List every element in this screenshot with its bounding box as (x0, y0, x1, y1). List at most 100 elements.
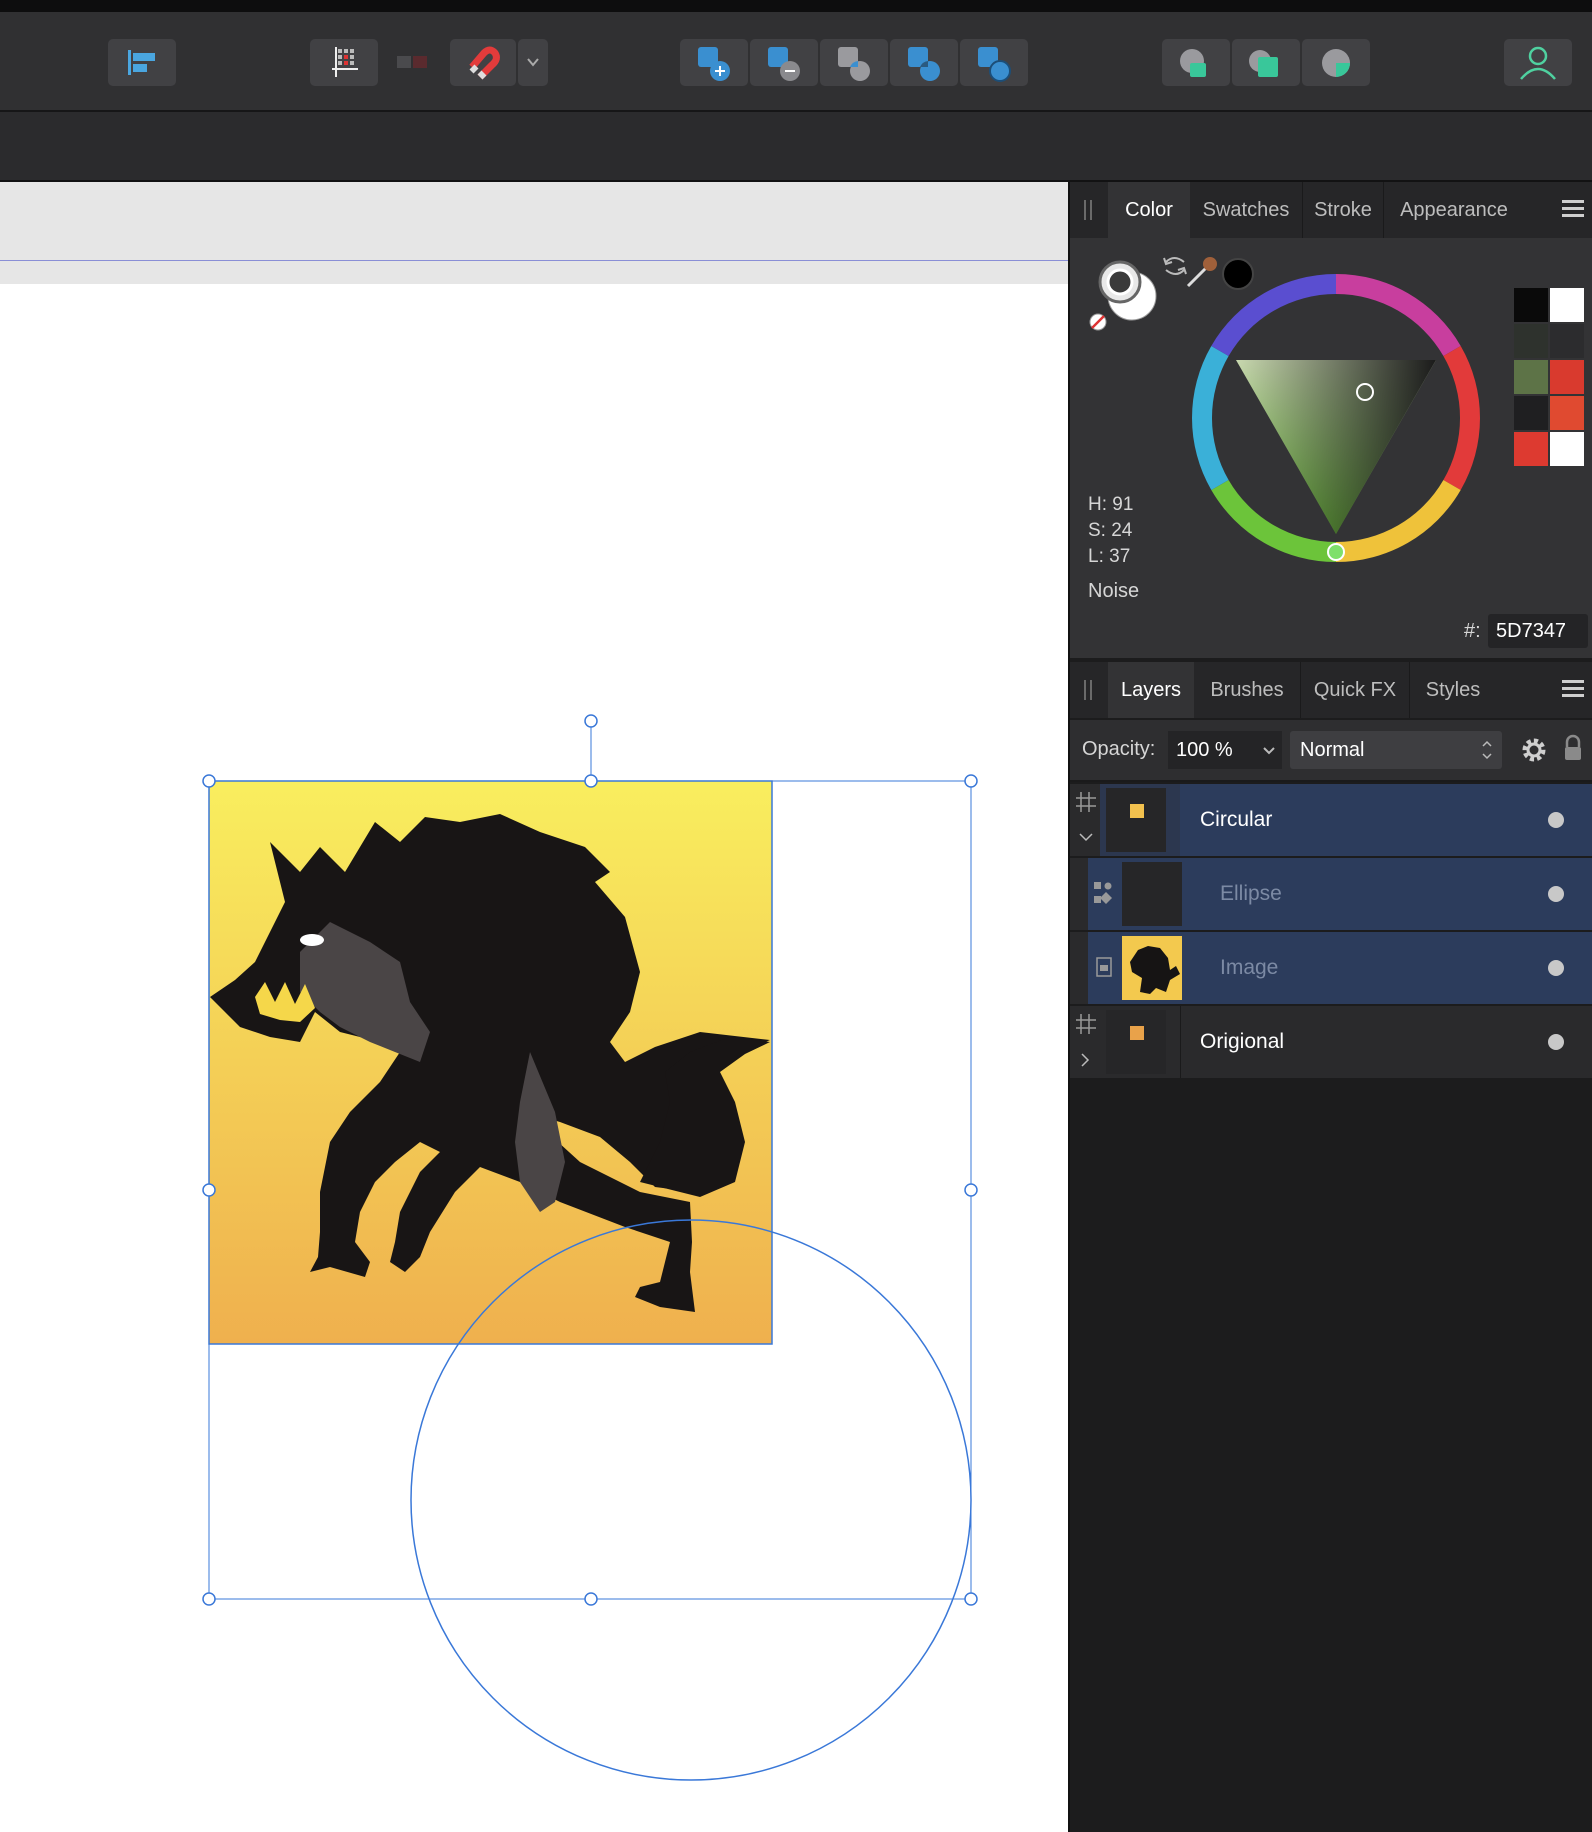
tab-swatches[interactable]: Swatches (1190, 182, 1302, 238)
grid-icon (1076, 792, 1096, 812)
noise-label: Noise (1088, 580, 1140, 602)
hsl-color-wheel[interactable] (1186, 268, 1486, 568)
chevron-down-icon[interactable] (1076, 830, 1096, 846)
swatch[interactable] (1550, 324, 1584, 358)
tab-quick-fx[interactable]: Quick FX (1301, 662, 1409, 718)
hue-value: H: 91 (1088, 494, 1134, 515)
insert-front-button[interactable] (1232, 39, 1300, 86)
boolean-divide-button[interactable] (960, 39, 1028, 86)
insert-inside-button[interactable] (1302, 39, 1370, 86)
chevron-right-icon[interactable] (1076, 1052, 1096, 1068)
canvas-artwork (202, 714, 978, 1781)
snapping-magnet-button[interactable] (450, 39, 516, 86)
lightness-value: L: 37 (1088, 546, 1131, 567)
align-button[interactable] (108, 39, 176, 86)
handle-top (584, 774, 598, 788)
tab-stroke[interactable]: Stroke (1303, 182, 1383, 238)
panel-menu-icon[interactable] (1562, 198, 1584, 220)
swatch[interactable] (1550, 360, 1584, 394)
boolean-intersect-button[interactable] (820, 39, 888, 86)
blend-mode-select[interactable]: Normal (1290, 731, 1502, 769)
layer-row-origional[interactable]: Origional (1070, 1006, 1592, 1078)
shape-layer-icon (1094, 882, 1112, 904)
opacity-label: Opacity: (1082, 738, 1156, 760)
panel-grip-icon[interactable] (1084, 680, 1092, 700)
color-panel-tabs: Color Swatches Stroke Appearance (1070, 182, 1592, 238)
updown-icon (1482, 740, 1492, 760)
insert-behind-icon (1180, 49, 1206, 77)
handle-left (202, 1183, 216, 1197)
rotation-handle (584, 714, 598, 728)
layer-row-ellipse[interactable]: Ellipse (1070, 858, 1592, 930)
visibility-toggle[interactable] (1548, 812, 1564, 828)
studio-panel: Color Swatches Stroke Appearance H: 91 S… (1068, 182, 1592, 1832)
swatch[interactable] (1514, 324, 1548, 358)
tab-layers[interactable]: Layers (1108, 662, 1194, 718)
studio-account-button[interactable] (1504, 39, 1572, 86)
werewolf-eye (300, 934, 324, 946)
panel-grip-icon[interactable] (1084, 200, 1092, 220)
align-left-icon (128, 50, 155, 75)
handle-bottom (584, 1592, 598, 1606)
boolean-add-button[interactable] (680, 39, 748, 86)
lock-icon[interactable] (1562, 734, 1584, 762)
layer-row-image[interactable]: Image (1070, 932, 1592, 1004)
boolean-add-icon (698, 47, 730, 81)
swatch[interactable] (1514, 432, 1548, 466)
magnet-icon (469, 46, 500, 80)
snapping-dropdown-button[interactable] (518, 39, 548, 86)
snapping-grid-button[interactable] (310, 39, 378, 86)
hex-input[interactable]: 5D7347 (1488, 614, 1588, 648)
gear-icon[interactable] (1520, 736, 1548, 764)
boolean-xor-button[interactable] (890, 39, 958, 86)
window-top-edge (0, 0, 1592, 12)
tab-appearance[interactable]: Appearance (1384, 182, 1524, 238)
snapping-toggle-button[interactable] (395, 53, 431, 71)
image-layer[interactable] (208, 780, 773, 1345)
layer-name: Ellipse (1220, 882, 1282, 905)
layer-name: Circular (1200, 808, 1273, 831)
visibility-toggle[interactable] (1548, 1034, 1564, 1050)
layer-name: Origional (1200, 1030, 1285, 1053)
tab-color[interactable]: Color (1108, 182, 1190, 238)
layers-panel-tabs: Layers Brushes Quick FX Styles (1070, 662, 1592, 718)
swatch[interactable] (1514, 288, 1548, 322)
swatch[interactable] (1550, 288, 1584, 322)
grid-icon (1076, 1014, 1096, 1034)
layer-thumbnail (1122, 862, 1182, 926)
document-canvas[interactable] (0, 182, 1068, 1832)
boolean-subtract-icon (768, 47, 800, 81)
swatch[interactable] (1550, 396, 1584, 430)
visibility-toggle[interactable] (1548, 886, 1564, 902)
swatch[interactable] (1514, 396, 1548, 430)
handle-top-right (964, 774, 978, 788)
handle-bottom-right (964, 1592, 978, 1606)
opacity-dropdown[interactable] (1256, 731, 1282, 769)
handle-right (964, 1183, 978, 1197)
layer-controls: Opacity: 100 % Normal (1070, 720, 1592, 782)
context-toolbar (0, 112, 1592, 182)
layer-thumbnail (1106, 1010, 1166, 1074)
chevron-down-icon (1263, 747, 1275, 755)
boolean-xor-icon (908, 47, 940, 81)
hue-marker (1327, 543, 1345, 561)
opacity-input[interactable]: 100 % (1168, 731, 1256, 769)
boolean-divide-icon (978, 47, 1011, 82)
insert-behind-button[interactable] (1162, 39, 1230, 86)
swatch[interactable] (1550, 432, 1584, 466)
layer-thumbnail (1106, 788, 1166, 852)
boolean-intersect-icon (838, 47, 870, 81)
main-toolbar (0, 12, 1592, 112)
snapping-grid-icon (332, 47, 358, 77)
boolean-subtract-button[interactable] (750, 39, 818, 86)
layer-row-circular[interactable]: Circular (1070, 784, 1592, 856)
handle-top-left (202, 774, 216, 788)
tab-brushes[interactable]: Brushes (1194, 662, 1300, 718)
image-layer-icon (1096, 957, 1112, 977)
werewolf-thumbnail-icon (1130, 946, 1180, 994)
insert-front-icon (1249, 50, 1278, 77)
tab-styles[interactable]: Styles (1410, 662, 1496, 718)
visibility-toggle[interactable] (1548, 960, 1564, 976)
swatch[interactable] (1514, 360, 1548, 394)
panel-menu-icon[interactable] (1562, 678, 1584, 700)
